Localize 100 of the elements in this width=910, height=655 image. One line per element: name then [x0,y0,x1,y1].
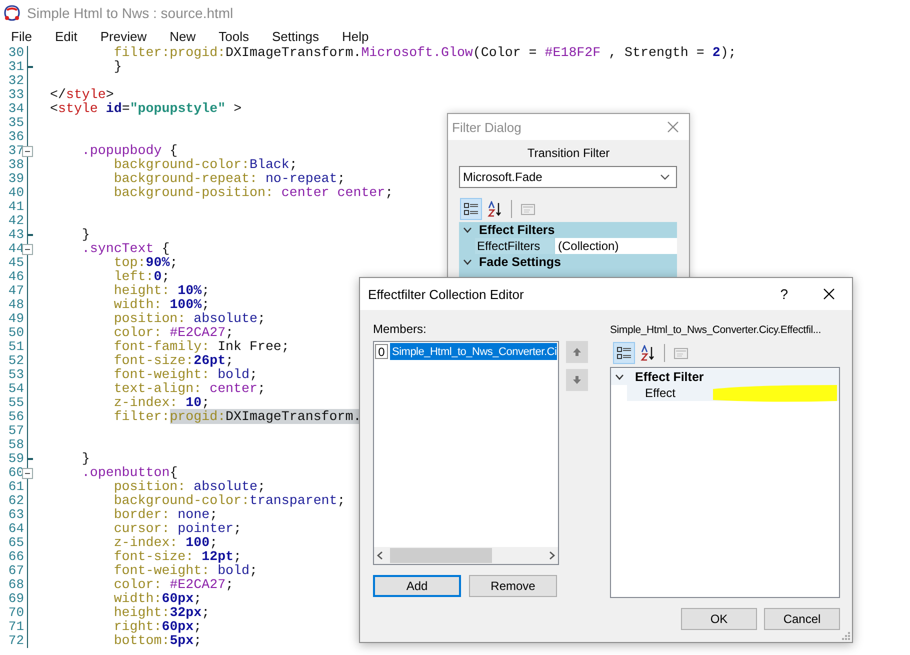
line-number: 54 [7,382,24,396]
code-line: filter:progid:DXImageTransform.Microsoft.Glow(Color = #E18F2F , Strength = 2); [114,46,736,60]
code-line: font-weight: bold; [114,564,258,578]
fold-toggle-icon[interactable] [22,146,33,157]
code-line: z-index: 100; [114,536,218,550]
line-number: 33 [7,88,24,102]
line-number: 64 [7,522,24,536]
line-number: 39 [7,172,24,186]
resize-grip-icon[interactable] [842,632,850,640]
code-line: } [82,228,90,242]
line-number: 53 [7,368,24,382]
line-number: 57 [7,424,24,438]
line-number: 52 [7,354,24,368]
chevron-down-icon[interactable] [660,174,670,180]
line-number: 42 [7,214,24,228]
member-item[interactable]: Simple_Html_to_Nws_Converter.Ci [390,343,557,360]
code-line: .popupbody { [82,144,178,158]
code-line: color: #E2CA27; [114,578,234,592]
line-number: 65 [7,536,24,550]
field-label: Simple_Html_to_Nws_Converter.Cicy.Effectfil... [610,324,821,336]
line-number: 49 [7,312,24,326]
window-title: Simple Html to Nws : source.html [27,5,234,21]
code-line: height:32px; [114,606,210,620]
line-number: 47 [7,284,24,298]
help-button[interactable]: ? [780,286,788,302]
line-number: 41 [7,200,24,214]
line-number: 45 [7,256,24,270]
field-label: Members: [373,322,426,336]
code-line: background-color:transparent; [114,494,346,508]
code-line: <style id="popupstyle" > [50,102,242,116]
toolbar-button[interactable] [613,342,635,364]
filter-dropdown[interactable]: Microsoft.Fade [459,166,677,188]
code-line: cursor: pointer; [114,522,242,536]
code-line: border: none; [114,508,218,522]
line-number: 69 [7,592,24,606]
menu-item[interactable]: New [162,28,203,44]
line-number: 44 [7,242,24,256]
arrow-up-icon [572,347,582,357]
dialog-title: Effectfilter Collection Editor [368,286,525,302]
menu-item[interactable]: File [3,28,39,44]
chevron-down-icon[interactable] [614,374,624,380]
menu-item[interactable]: Help [334,28,376,44]
chevron-down-icon[interactable] [462,259,472,265]
line-number: 51 [7,340,24,354]
category-label: Effect Filters [478,223,555,237]
members-list[interactable]: 0 Simple_Html_to_Nws_Converter.Ci [373,341,559,565]
item-index: 0 [375,344,388,359]
code-line: position: absolute; [114,312,266,326]
line-number: 30 [7,46,24,60]
sort-icon [640,345,656,361]
move-down-button[interactable] [566,369,588,391]
line-number: 37 [7,144,24,158]
categorized-view-icon [616,345,632,361]
code-line: height: 10%; [114,284,210,298]
fold-toggle-icon[interactable] [22,244,33,255]
code-line: } [114,60,122,74]
line-number: 36 [7,130,24,144]
code-line: } [82,452,90,466]
fold-toggle-icon[interactable] [22,468,33,479]
horizontal-scrollbar[interactable] [374,547,558,564]
property-name: EffectFilters [477,239,540,253]
code-line: z-index: 10; [114,396,210,410]
line-number: 43 [7,228,24,242]
line-number: 35 [7,116,24,130]
dialog-title: Filter Dialog [452,120,522,134]
code-line: background-repeat: no-repeat; [114,172,346,186]
line-number: 66 [7,550,24,564]
menu-item[interactable]: Tools [210,28,256,44]
line-number: 59 [7,452,24,466]
dialog-button[interactable]: Add [373,575,461,597]
category-label: Fade Settings [478,255,561,269]
code-line: background-color:Black; [114,158,298,172]
line-number: 56 [7,410,24,424]
chevron-down-icon[interactable] [462,227,472,233]
code-line: </style> [50,88,114,102]
code-line: text-align: center; [114,382,266,396]
code-line: width: 100%; [114,298,210,312]
move-up-button[interactable] [566,341,588,363]
code-line: bottom:5px; [114,634,202,648]
toolbar-button[interactable] [460,198,482,220]
line-number: 34 [7,102,24,116]
dialog-button[interactable]: Cancel [764,608,840,630]
dialog-button[interactable]: OK [681,608,757,630]
code-line: font-size:26pt; [114,354,234,368]
sort-icon [487,201,503,217]
close-icon[interactable] [823,288,835,300]
code-line: .syncText { [82,242,170,256]
menu-item[interactable]: Settings [264,28,326,44]
menu-item[interactable]: Preview [92,28,154,44]
property-pages-icon [673,345,689,361]
code-line: color: #E2CA27; [114,326,234,340]
line-number: 72 [7,634,24,648]
arrow-down-icon [572,375,582,385]
property-name: Effect [645,386,676,400]
dialog-button[interactable]: Remove [469,575,557,597]
code-line: .openbutton{ [82,466,178,480]
menu-item[interactable]: Edit [46,28,84,44]
code-line: position: absolute; [114,480,266,494]
line-number: 71 [7,620,24,634]
code-line: width:60px; [114,592,202,606]
